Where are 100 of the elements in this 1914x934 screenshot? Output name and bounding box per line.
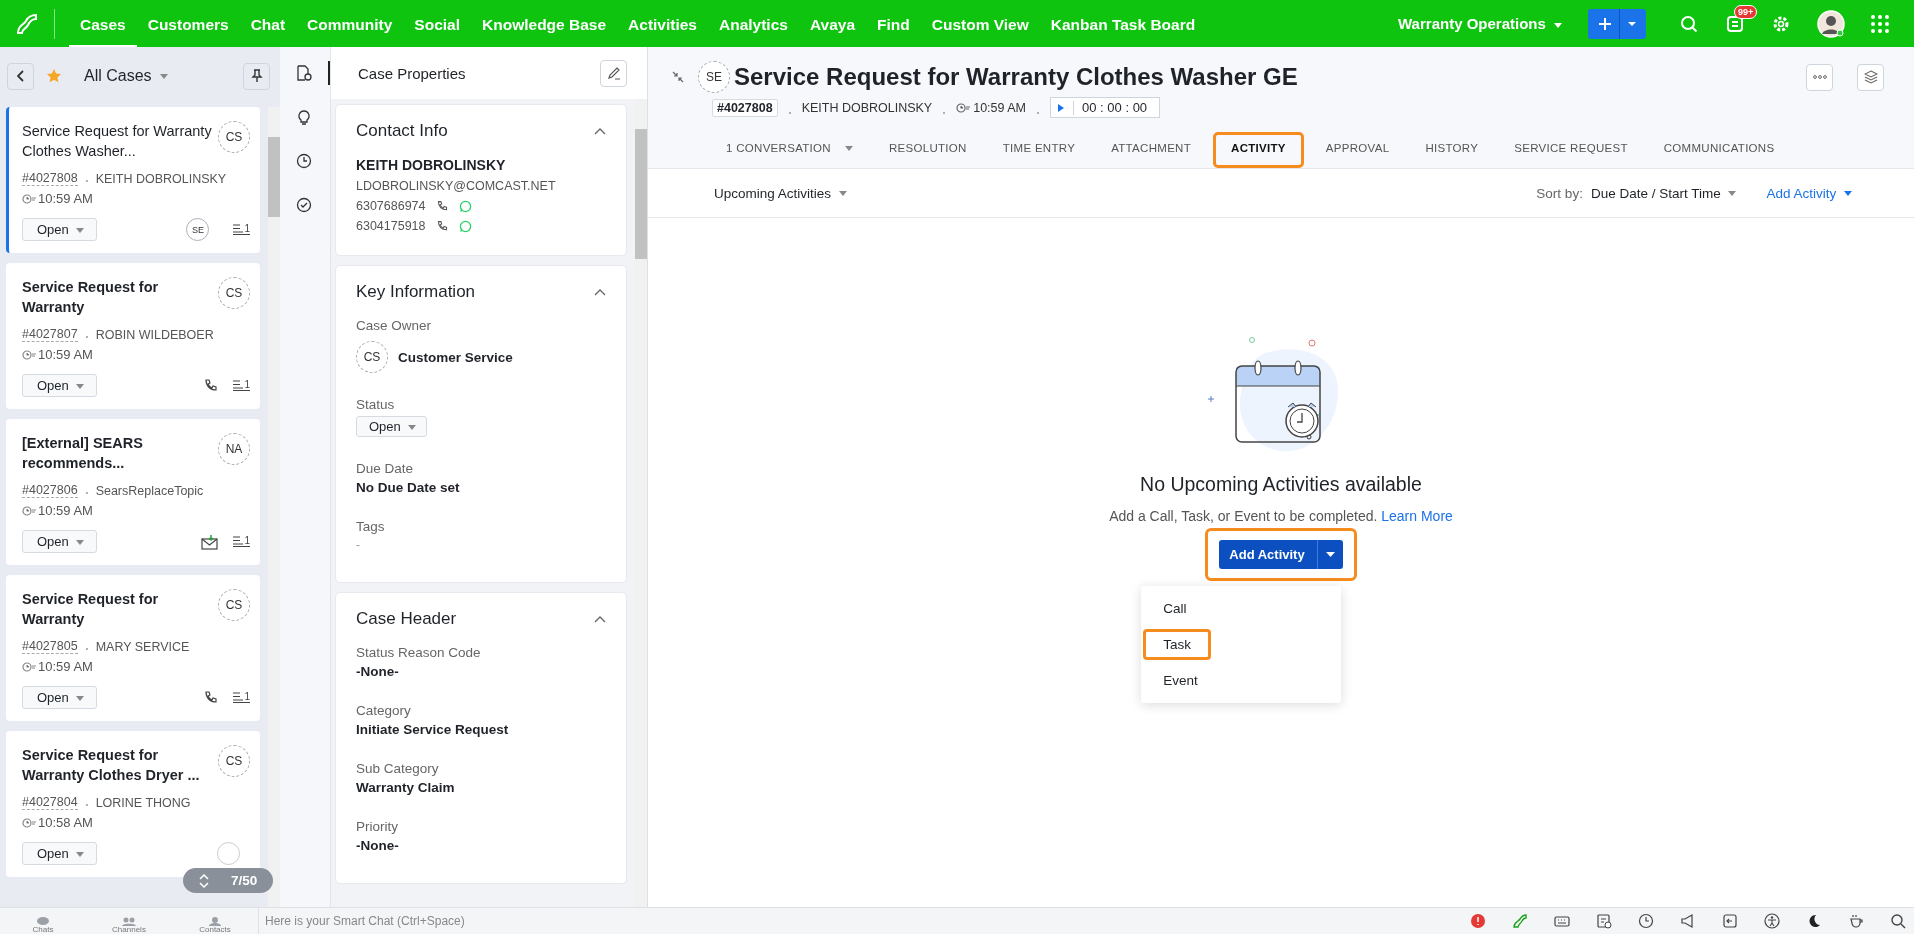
contact-name: LORINE THONG [95,795,191,810]
empty-state-text: Add a Call, Task, or Event to be completed. [1109,508,1378,524]
field-label: Status [356,397,395,412]
logo-icon[interactable] [1512,913,1528,929]
collapse-icon[interactable] [594,127,606,135]
layers-button[interactable] [1857,63,1884,91]
search-icon[interactable] [1890,913,1906,929]
thread-count: 1 [233,692,250,703]
case-id[interactable]: #4027807 [22,327,78,342]
menu-item[interactable]: Event [1143,668,1218,693]
tab[interactable]: RESOLUTION [874,132,981,168]
status-dropdown[interactable]: Open [22,842,98,865]
play-icon[interactable] [1057,102,1066,113]
exit-icon[interactable] [1722,913,1738,929]
field-label: Due Date [356,461,414,476]
caret-icon [76,540,85,546]
case-card[interactable]: Service Request for Warranty Clothes Dryer ... CS #4027804 LORINE THONG 10:58 AM Open [6,731,260,877]
status-dropdown[interactable]: Open [22,218,98,241]
collapse-icon[interactable] [672,71,684,83]
phone-icon [203,689,220,706]
pencil-icon [606,66,621,80]
tab[interactable]: 1 CONVERSATION [712,132,867,168]
collapse-icon[interactable] [594,288,606,296]
tab[interactable]: ATTACHMENT [1097,132,1206,168]
field-value: -None- [356,838,399,853]
case-title: Service Request for Warranty Clothes Dryer ... [22,746,201,785]
case-time: 10:59 AM [38,503,93,518]
caret-icon [160,74,169,80]
agent-avatar [217,842,240,865]
star-icon[interactable] [46,68,62,84]
more-button[interactable] [1806,63,1833,91]
edit-button[interactable] [600,59,627,87]
contact-name: KEITH DOBROLINSKY [95,171,227,186]
case-id[interactable]: #4027808 [22,171,78,186]
caret-icon [1627,20,1637,27]
owner-avatar: CS [218,277,250,309]
tab[interactable]: HISTORY [1411,132,1493,168]
shortcut-button[interactable]: Contacts [172,908,258,934]
case-card[interactable]: [External] SEARS recommends... NA #4027806 SearsReplaceTopic 10:59 AM Open 1 [6,419,260,565]
lines-icon [233,536,244,545]
contact-name[interactable]: KEITH DOBROLINSKY [801,100,933,115]
status-dropdown[interactable]: Open [22,686,98,709]
section-title: Key Information [356,282,476,302]
caret-icon [76,384,85,390]
user-avatar[interactable] [1817,9,1845,38]
notification-icon[interactable] [1725,13,1745,34]
add-activity-link[interactable]: Add Activity [1766,185,1852,201]
menu-item[interactable]: Call [1143,596,1207,621]
view-dropdown[interactable]: All Cases [84,67,169,85]
scrollbar[interactable] [635,99,647,907]
contact-name: MARY SERVICE [95,639,190,654]
filter-dropdown[interactable]: Upcoming Activities [714,185,847,201]
phone-icon [203,377,220,394]
checklist-icon[interactable] [1596,913,1612,929]
add-activity-button[interactable]: Add Activity [1219,540,1343,569]
case-card[interactable]: Service Request for Warranty CS #4027807 ROBIN WILDEBOER 10:59 AM Open 1 [6,263,260,409]
phone-icon[interactable] [435,219,449,233]
thread-count: 1 [233,224,250,235]
scrollbar[interactable] [268,107,280,907]
tab[interactable]: ACTIVITY [1213,132,1304,168]
field-label: Sub Category [356,761,439,776]
case-id[interactable]: #4027804 [22,795,78,810]
pin-button[interactable] [243,62,270,90]
caret-icon [76,852,85,858]
back-button[interactable] [7,62,34,90]
status-dropdown[interactable]: Open [22,530,98,553]
megaphone-icon[interactable] [1680,913,1696,929]
collapse-icon[interactable] [594,615,606,623]
field-value: Warranty Claim [356,780,455,795]
tab[interactable]: COMMUNICATIONS [1649,132,1789,168]
shortcut-button[interactable]: Chats [0,908,86,934]
clock-icon[interactable] [1638,913,1654,929]
contact-email[interactable]: LDOBROLINSKY@COMCAST.NET [356,179,606,193]
tab[interactable]: APPROVAL [1311,132,1404,168]
status-dropdown[interactable]: Open [22,374,98,397]
sort-dropdown[interactable]: Due Date / Start Time [1590,185,1737,201]
caret-icon [1325,552,1335,557]
phone-icon[interactable] [435,199,449,213]
new-button[interactable] [1588,8,1646,39]
shortcut-button[interactable]: Channels [86,908,172,934]
case-card[interactable]: Service Request for Warranty Clothes Washer... CS #4027808 KEITH DOBROLINSKY 10:59 AM Open SE 1 [6,107,260,253]
cup-icon[interactable] [1848,913,1864,929]
tab[interactable]: SERVICE REQUEST [1500,132,1642,168]
field-label: Priority [356,819,398,834]
field-value: -None- [356,664,399,679]
tab[interactable]: TIME ENTRY [988,132,1090,168]
learn-more-link[interactable]: Learn More [1381,508,1453,524]
clock-icon [956,102,971,113]
case-id[interactable]: #4027805 [22,639,78,654]
case-card[interactable]: Service Request for Warranty CS #4027805 MARY SERVICE 10:59 AM Open 1 [6,575,260,721]
keyboard-icon[interactable] [1554,913,1570,929]
case-id[interactable]: #4027806 [22,483,78,498]
plus-icon [1598,16,1612,31]
menu-item[interactable]: Task [1143,629,1212,660]
alert-icon[interactable] [1470,913,1486,929]
section-title: Case Header [356,609,457,629]
status-dropdown[interactable]: Open [356,416,428,437]
pin-icon [250,69,263,83]
timer[interactable]: 00 : 00 : 00 [1050,97,1161,118]
accessibility-icon[interactable] [1764,913,1780,929]
